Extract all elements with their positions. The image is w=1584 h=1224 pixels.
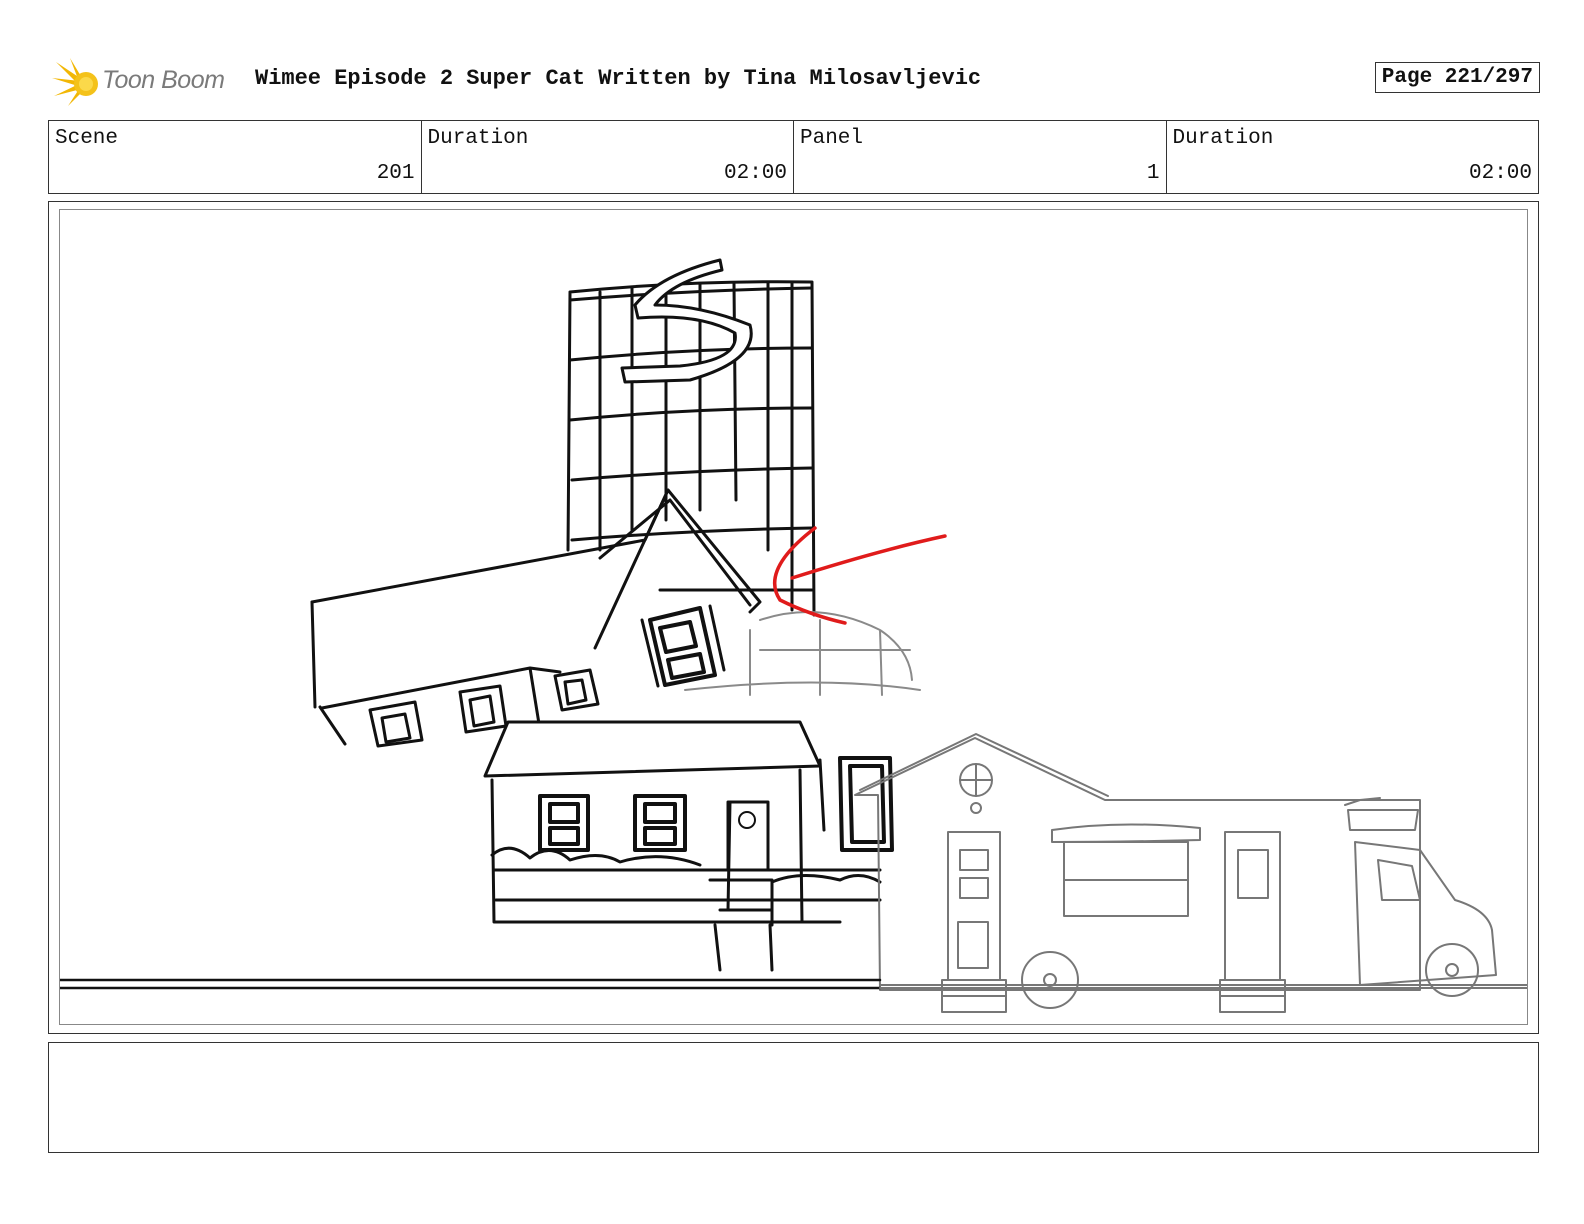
tower-sketch bbox=[566, 258, 816, 617]
document-title: Wimee Episode 2 Super Cat Written by Tin… bbox=[255, 66, 982, 91]
page-number: Page 221/297 bbox=[1374, 62, 1540, 93]
starburst-icon bbox=[52, 58, 98, 106]
scene-info-table: Scene 201 Duration 02:00 Panel 1 Duratio… bbox=[48, 120, 1539, 194]
panel-label: Panel bbox=[800, 127, 864, 150]
storyboard-panel bbox=[48, 201, 1539, 1034]
scene-duration-value: 02:00 bbox=[723, 162, 787, 185]
panel-duration-value: 02:00 bbox=[1468, 162, 1532, 185]
panel-drawing-area bbox=[59, 209, 1528, 1025]
foreground-store-sketch bbox=[854, 733, 1497, 1013]
panel-value: 1 bbox=[1146, 162, 1160, 185]
red-annotation-arrow bbox=[773, 526, 947, 625]
panel-duration-label: Duration bbox=[1172, 127, 1274, 150]
storyboard-sketch bbox=[60, 258, 1527, 1013]
page-header: Toon Boom Wimee Episode 2 Super Cat Writ… bbox=[50, 52, 1540, 108]
scene-duration-cell: Duration 02:00 bbox=[422, 121, 794, 193]
panel-cell: Panel 1 bbox=[794, 121, 1167, 193]
scene-value: 201 bbox=[376, 162, 415, 185]
toon-boom-logo: Toon Boom bbox=[50, 56, 240, 108]
middle-house-sketch bbox=[483, 720, 894, 972]
scene-label: Scene bbox=[55, 127, 119, 150]
scene-cell: Scene 201 bbox=[49, 121, 422, 193]
tilted-house-sketch bbox=[310, 488, 762, 748]
ground-line bbox=[60, 978, 1527, 990]
scene-duration-label: Duration bbox=[427, 127, 529, 150]
panel-notes-box bbox=[48, 1042, 1539, 1153]
logo-text: Toon Boom bbox=[102, 66, 225, 94]
panel-duration-cell: Duration 02:00 bbox=[1167, 121, 1539, 193]
